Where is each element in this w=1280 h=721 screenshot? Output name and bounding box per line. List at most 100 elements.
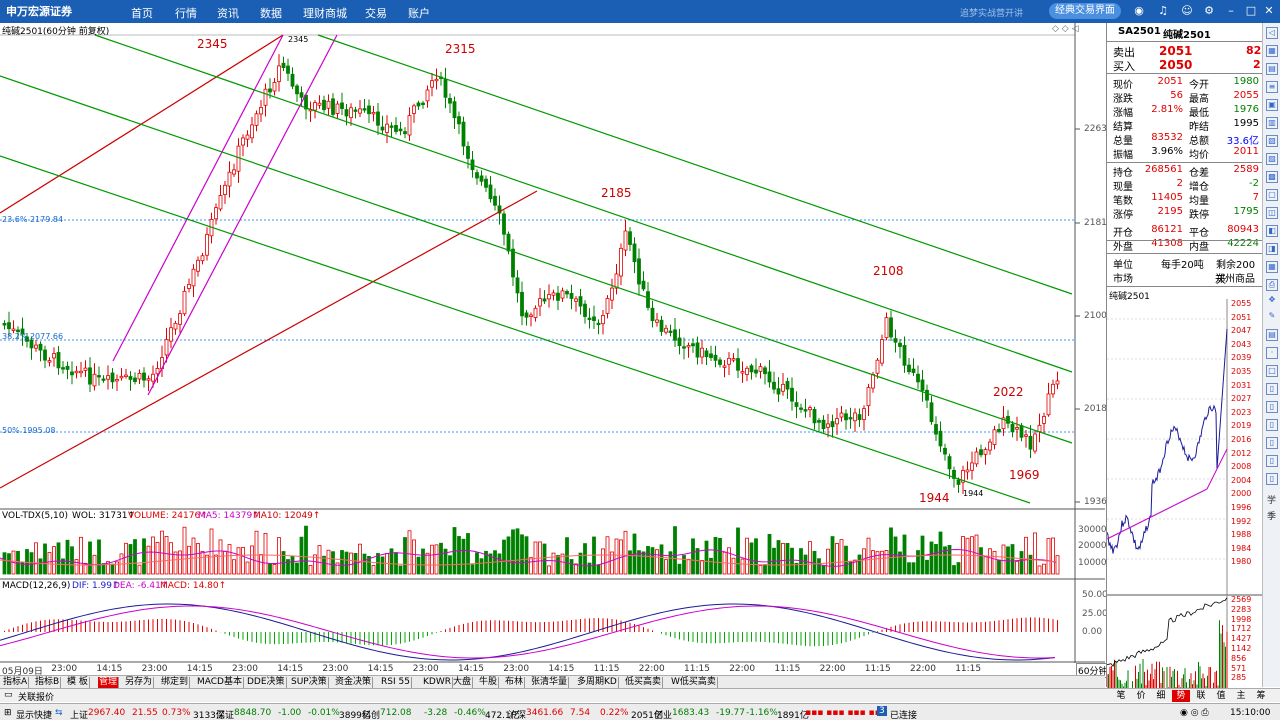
ticker-arrow-icon[interactable]: ⇆	[55, 708, 63, 718]
volume-bar	[52, 546, 56, 575]
volume-bar	[308, 565, 313, 575]
ticker-v: 2967.40	[88, 708, 126, 718]
dot-icon[interactable]: ·	[1266, 347, 1278, 359]
nav-account[interactable]: 账户	[408, 5, 430, 21]
candle	[367, 105, 371, 115]
candle	[524, 312, 529, 318]
candle	[1024, 434, 1028, 437]
maximize-icon[interactable]: □	[1244, 4, 1258, 18]
doc-icon[interactable]: ▨	[1266, 153, 1278, 165]
time-axis-tick: 11:15	[684, 664, 710, 674]
volume-bar	[29, 552, 34, 575]
quote-label: 总额	[1189, 136, 1209, 147]
vol-header-vol: WOL: 31731↑	[72, 511, 136, 521]
shortcut-icon[interactable]: ⊞	[4, 708, 12, 718]
candle	[245, 134, 250, 140]
candle	[79, 370, 83, 374]
volume-bar	[407, 530, 412, 575]
kline-chart-area[interactable]: 纯碱2501(60分钟 前复权) ◇ ◇ ◁ 2263 2181 2100 20…	[0, 23, 1110, 687]
time-axis-tick: 14:15	[367, 664, 394, 674]
nav-wealth[interactable]: 理财商城	[303, 5, 347, 21]
window-icon[interactable]: ▣	[1266, 99, 1278, 111]
close-icon[interactable]: ✕	[1262, 4, 1276, 18]
minimize-icon[interactable]: –	[1224, 4, 1238, 18]
right-tab[interactable]: 势	[1172, 690, 1190, 702]
user-icon[interactable]: ☺	[1180, 4, 1194, 18]
candle	[151, 373, 155, 382]
right-tab[interactable]: 笔	[1112, 690, 1130, 702]
linked-quote-icon[interactable]: ▭	[4, 690, 13, 700]
nav-data[interactable]: 数据	[260, 5, 282, 21]
volume-bar	[151, 536, 155, 575]
candle	[277, 65, 281, 82]
right-tab[interactable]: 筹	[1252, 690, 1270, 702]
search-icon[interactable]: ◉	[1132, 4, 1146, 18]
mini-axis-tick: 2283	[1231, 604, 1252, 614]
move-icon[interactable]: ✥	[1266, 295, 1278, 307]
ticker-n[interactable]: 创业	[654, 708, 672, 721]
split-icon[interactable]: ◧	[1266, 225, 1278, 237]
volume-bar	[763, 564, 767, 575]
vol-header-name: VOL-TDX(5,10)	[2, 511, 69, 521]
doc-icon-5[interactable]: ▯	[1266, 437, 1278, 449]
stack-icon[interactable]: ◨	[1266, 243, 1278, 255]
classic-trade-button[interactable]: 经典交易界面	[1049, 3, 1121, 19]
right-tab[interactable]: 细	[1152, 690, 1170, 702]
list-icon[interactable]: ≡	[1266, 81, 1278, 93]
volume-bar	[133, 539, 137, 575]
show-shortcut[interactable]: 显示快捷	[16, 708, 52, 721]
right-tab[interactable]: 价	[1132, 690, 1150, 702]
tile-icon[interactable]: ◫	[1266, 207, 1278, 219]
note-icon[interactable]: ▤	[1266, 329, 1278, 341]
side-char[interactable]: 学	[1267, 493, 1276, 506]
linked-quote-label[interactable]: 关联报价	[18, 690, 54, 703]
panel-icon[interactable]: ▢	[1266, 189, 1278, 201]
doc-icon-4[interactable]: ▯	[1266, 419, 1278, 431]
pen-icon[interactable]: ✎	[1266, 311, 1278, 323]
print-icon[interactable]: ⎙	[1266, 279, 1278, 291]
chart-tools-icon[interactable]: ◇ ◇ ◁	[1052, 24, 1079, 34]
layout-icon[interactable]: ▩	[1266, 171, 1278, 183]
right-tab[interactable]: 主	[1232, 690, 1250, 702]
quote-value: 80943	[1227, 224, 1259, 235]
arrow-left-icon[interactable]: ◁	[1266, 27, 1278, 39]
doc-icon-6[interactable]: ▯	[1266, 455, 1278, 467]
candle	[700, 347, 704, 358]
volume-bar	[754, 538, 758, 575]
doc-icon-2[interactable]: ▯	[1266, 383, 1278, 395]
nav-quotes[interactable]: 行情	[175, 5, 197, 21]
box-icon[interactable]: □	[1266, 365, 1278, 377]
side-char[interactable]: 季	[1267, 509, 1276, 522]
bar-icon[interactable]: ▥	[1266, 117, 1278, 129]
settings-icon[interactable]: ⚙	[1202, 4, 1216, 18]
ticker-n[interactable]: 深证	[216, 708, 234, 721]
nav-home[interactable]: 首页	[131, 5, 153, 21]
candle	[875, 359, 880, 374]
volume-bar	[925, 559, 929, 575]
candle	[416, 102, 421, 107]
doc-icon-3[interactable]: ▯	[1266, 401, 1278, 413]
table-icon[interactable]: ▧	[1266, 135, 1278, 147]
price-axis-tick: 2100	[1084, 311, 1107, 321]
chart-icon[interactable]: ▤	[1266, 63, 1278, 75]
right-tab[interactable]: 联	[1192, 690, 1210, 702]
volume-bar	[205, 554, 209, 575]
ticker-n[interactable]: 沪深	[508, 708, 526, 721]
candle	[299, 92, 304, 98]
nav-trade[interactable]: 交易	[365, 5, 387, 21]
calendar-icon[interactable]: ▦	[1266, 261, 1278, 273]
right-tab[interactable]: 值	[1212, 690, 1230, 702]
candle	[466, 146, 470, 159]
volume-bar	[934, 544, 938, 575]
vol-header-ma5: MA5: 14379↑	[198, 511, 260, 521]
volume-bar	[812, 550, 817, 575]
ticker-n[interactable]: 科创	[362, 708, 380, 721]
nav-news[interactable]: 资讯	[217, 5, 239, 21]
bell-icon[interactable]: ♫	[1156, 4, 1170, 18]
grid-icon[interactable]: ▦	[1266, 45, 1278, 57]
ticker-n[interactable]: 上证	[70, 708, 88, 721]
candle	[457, 116, 461, 125]
candle	[452, 101, 457, 119]
doc-icon-7[interactable]: ▯	[1266, 473, 1278, 485]
volume-bar	[232, 559, 236, 575]
